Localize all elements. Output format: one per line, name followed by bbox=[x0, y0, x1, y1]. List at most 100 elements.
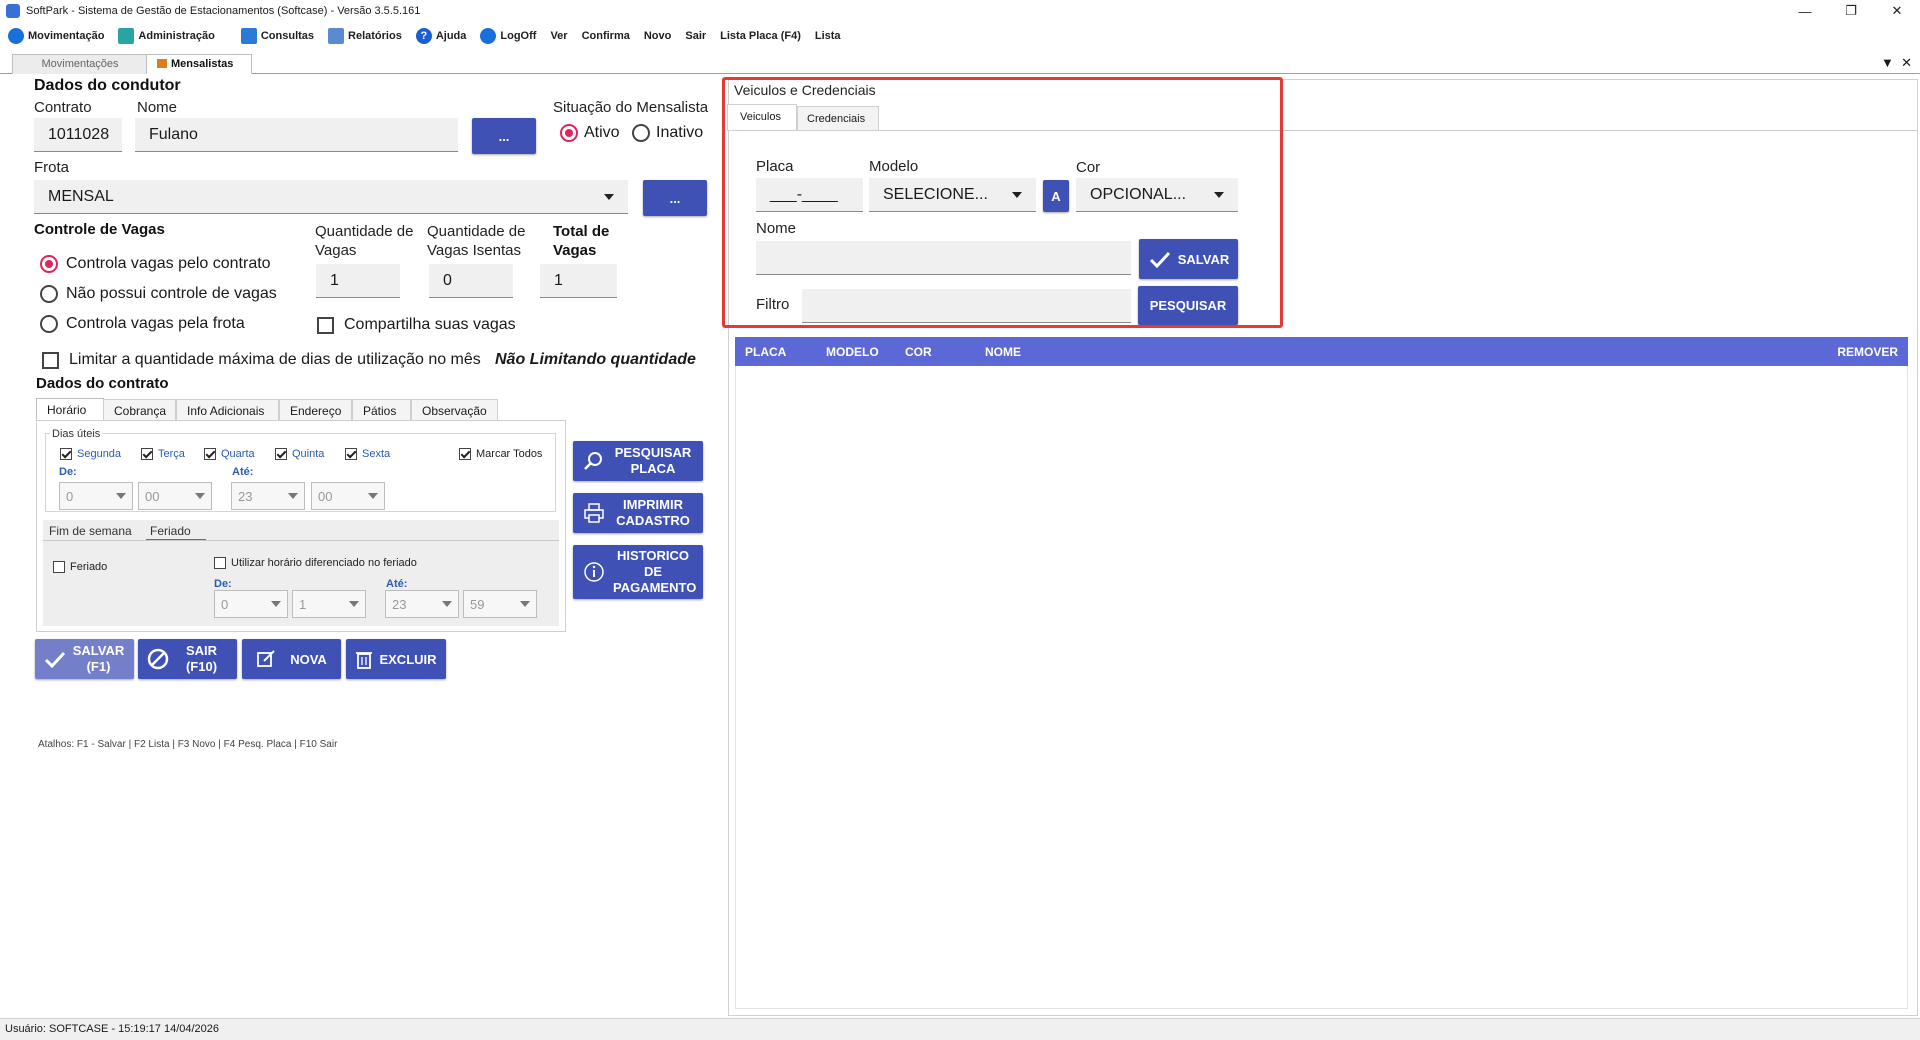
holiday-from-label: De: bbox=[214, 578, 232, 590]
menu-ver[interactable]: Ver bbox=[550, 30, 567, 42]
close-tab-icon[interactable]: ✕ bbox=[1901, 55, 1912, 70]
to-label: Até: bbox=[232, 466, 254, 478]
contract-field[interactable]: 1011028 bbox=[34, 118, 122, 152]
col-cor[interactable]: COR bbox=[905, 345, 932, 359]
menu-ajuda[interactable]: ? Ajuda bbox=[415, 28, 466, 44]
day-quarta-checkbox[interactable]: Quarta bbox=[204, 448, 255, 460]
exempt-field[interactable]: 0 bbox=[429, 264, 513, 298]
admin-icon bbox=[118, 28, 135, 44]
to-hour-select[interactable]: 23 bbox=[231, 482, 305, 510]
holiday-to-label: Até: bbox=[386, 578, 408, 590]
holiday-from-hour-select[interactable]: 0 bbox=[214, 590, 288, 618]
holiday-from-minute-select[interactable]: 1 bbox=[292, 590, 366, 618]
menu-movimentacao[interactable]: Movimentação bbox=[8, 28, 104, 44]
tab-patios[interactable]: Pátios bbox=[352, 399, 411, 421]
driver-section-title: Dados do condutor bbox=[34, 77, 181, 94]
delete-contract-button[interactable]: EXCLUIR bbox=[346, 639, 446, 679]
printer-icon bbox=[584, 503, 604, 523]
tab-mensalistas[interactable]: Mensalistas bbox=[146, 54, 252, 74]
print-button[interactable]: IMPRIMIR CADASTRO bbox=[573, 493, 703, 533]
search-plate-button[interactable]: PESQUISAR PLACA bbox=[573, 441, 703, 481]
tab-movimentacoes[interactable]: Movimentações bbox=[12, 54, 148, 74]
mark-all-checkbox[interactable]: Marcar Todos bbox=[459, 448, 542, 460]
softpark-window: SoftPark - Sistema de Gestão de Estacion… bbox=[0, 0, 1920, 1040]
exempt-label: Quantidade de Vagas Isentas bbox=[427, 223, 526, 259]
col-nome[interactable]: NOME bbox=[985, 345, 1021, 359]
vagas-option-fleet[interactable]: Controla vagas pela frota bbox=[40, 315, 245, 333]
contract-label: Contrato bbox=[34, 99, 92, 116]
menu-lista-placa[interactable]: Lista Placa (F4) bbox=[720, 30, 801, 42]
fleet-label: Frota bbox=[34, 159, 70, 176]
search-icon bbox=[240, 28, 257, 44]
qty-label: Quantidade de Vagas bbox=[315, 223, 414, 259]
to-minute-select[interactable]: 00 bbox=[311, 482, 385, 510]
payment-history-button[interactable]: HISTORICO DE PAGAMENTO bbox=[573, 545, 703, 599]
qty-field[interactable]: 1 bbox=[316, 264, 400, 298]
holiday-to-hour-select[interactable]: 23 bbox=[385, 590, 459, 618]
subtab-holiday[interactable]: Feriado bbox=[150, 524, 191, 538]
minimize-icon[interactable]: — bbox=[1782, 0, 1828, 22]
day-sexta-checkbox[interactable]: Sexta bbox=[345, 448, 390, 460]
save-contract-button[interactable]: SALVAR (F1) bbox=[35, 639, 134, 679]
vagas-option-none[interactable]: Não possui controle de vagas bbox=[40, 285, 277, 303]
report-icon bbox=[328, 28, 345, 44]
tab-observacao[interactable]: Observação bbox=[411, 399, 498, 421]
tab-cobranca[interactable]: Cobrança bbox=[103, 399, 176, 421]
new-contract-button[interactable]: NOVA bbox=[242, 639, 341, 679]
status-label: Situação do Mensalista bbox=[553, 99, 709, 116]
tab-horario[interactable]: Horário bbox=[36, 398, 104, 420]
from-label: De: bbox=[59, 466, 77, 478]
holiday-checkbox[interactable]: Feriado bbox=[53, 561, 107, 573]
share-checkbox[interactable]: Compartilha suas vagas bbox=[317, 316, 516, 334]
vehicles-grid-header: PLACA MODELO COR NOME REMOVER bbox=[735, 337, 1908, 366]
status-inactive-radio[interactable]: Inativo bbox=[632, 124, 703, 142]
from-hour-select[interactable]: 0 bbox=[59, 482, 133, 510]
holiday-to-minute-select[interactable]: 59 bbox=[463, 590, 537, 618]
name-label: Nome bbox=[137, 99, 178, 116]
fleet-select[interactable]: MENSAL bbox=[34, 180, 628, 214]
name-lookup-button[interactable]: ... bbox=[472, 118, 536, 154]
holiday-diff-checkbox[interactable]: Utilizar horário diferenciado no feriado bbox=[214, 557, 417, 569]
contract-section-title: Dados do contrato bbox=[36, 375, 169, 392]
name-field[interactable]: Fulano bbox=[135, 118, 458, 152]
magnifier-icon bbox=[584, 452, 602, 470]
vagas-option-contract[interactable]: Controla vagas pelo contrato bbox=[40, 255, 271, 273]
limit-status-text: Não Limitando quantidade bbox=[495, 351, 696, 368]
highlight-box bbox=[722, 77, 1283, 328]
trash-icon bbox=[356, 652, 373, 669]
exit-button[interactable]: SAIR (F10) bbox=[138, 639, 237, 679]
total-field[interactable]: 1 bbox=[540, 264, 617, 298]
menu-confirma[interactable]: Confirma bbox=[582, 30, 630, 42]
menu-sair[interactable]: Sair bbox=[685, 30, 706, 42]
restore-icon[interactable]: ❐ bbox=[1828, 0, 1874, 22]
limit-days-checkbox[interactable]: Limitar a quantidade máxima de dias de u… bbox=[42, 351, 481, 369]
menu-lista[interactable]: Lista bbox=[815, 30, 841, 42]
fleet-lookup-button[interactable]: ... bbox=[643, 180, 707, 216]
status-active-radio[interactable]: Ativo bbox=[560, 124, 620, 142]
tab-endereco[interactable]: Endereço bbox=[279, 399, 352, 421]
dropdown-icon[interactable]: ▼ bbox=[1881, 55, 1894, 70]
menu-relatorios[interactable]: Relatórios bbox=[328, 28, 402, 44]
shortcuts-hint: Atalhos: F1 - Salvar | F2 Lista | F3 Nov… bbox=[38, 739, 338, 750]
power-icon bbox=[480, 28, 497, 44]
day-quinta-checkbox[interactable]: Quinta bbox=[275, 448, 324, 460]
vehicles-grid-body bbox=[735, 366, 1908, 1009]
col-modelo[interactable]: MODELO bbox=[826, 345, 879, 359]
col-placa[interactable]: PLACA bbox=[745, 345, 786, 359]
day-terca-checkbox[interactable]: Terça bbox=[141, 448, 185, 460]
menu-logoff[interactable]: LogOff bbox=[480, 28, 536, 44]
tab-info-adicionais[interactable]: Info Adicionais bbox=[176, 399, 279, 421]
close-icon[interactable]: ✕ bbox=[1874, 0, 1920, 22]
help-icon: ? bbox=[415, 28, 432, 44]
edit-icon bbox=[257, 650, 275, 667]
menu-consultas[interactable]: Consultas bbox=[240, 28, 314, 44]
info-icon bbox=[584, 562, 604, 582]
grid-icon bbox=[157, 59, 167, 68]
from-minute-select[interactable]: 00 bbox=[138, 482, 212, 510]
subtab-weekend[interactable]: Fim de semana bbox=[49, 524, 132, 538]
col-remover[interactable]: REMOVER bbox=[1837, 345, 1898, 359]
menu-novo[interactable]: Novo bbox=[644, 30, 672, 42]
app-gear-icon bbox=[6, 4, 20, 18]
day-segunda-checkbox[interactable]: Segunda bbox=[60, 448, 121, 460]
menu-administracao[interactable]: Administração bbox=[118, 28, 215, 44]
